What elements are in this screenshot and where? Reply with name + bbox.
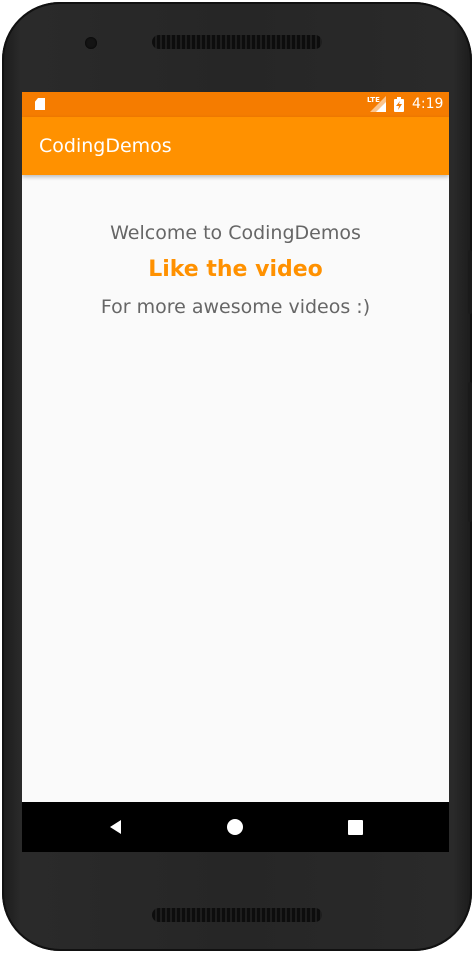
back-icon	[110, 820, 121, 834]
more-videos-text: For more awesome videos :)	[100, 296, 371, 318]
status-clock: 4:19	[412, 96, 444, 112]
battery-charging-icon	[394, 97, 404, 112]
bottom-speaker	[152, 908, 322, 922]
main-content: Welcome to CodingDemos Like the video Fo…	[22, 216, 449, 324]
app-bar: CodingDemos	[22, 117, 449, 175]
navigation-bar	[22, 802, 449, 852]
back-button[interactable]	[106, 817, 126, 837]
volume-button[interactable]	[468, 382, 472, 522]
like-video-text: Like the video	[148, 257, 323, 282]
sd-card-icon	[35, 98, 45, 110]
power-button[interactable]	[468, 250, 472, 314]
recents-icon	[347, 819, 363, 835]
app-title: CodingDemos	[39, 135, 172, 157]
front-camera	[85, 37, 97, 49]
screen: LTE 4:19 CodingDemos Welcome to CodingDe…	[22, 92, 449, 852]
earpiece-speaker	[152, 35, 322, 49]
home-icon	[227, 819, 243, 835]
recents-button[interactable]	[345, 817, 365, 837]
network-type-label: LTE	[367, 96, 380, 104]
welcome-text: Welcome to CodingDemos	[110, 222, 361, 244]
home-button[interactable]	[225, 817, 245, 837]
status-bar: LTE 4:19	[22, 92, 449, 117]
